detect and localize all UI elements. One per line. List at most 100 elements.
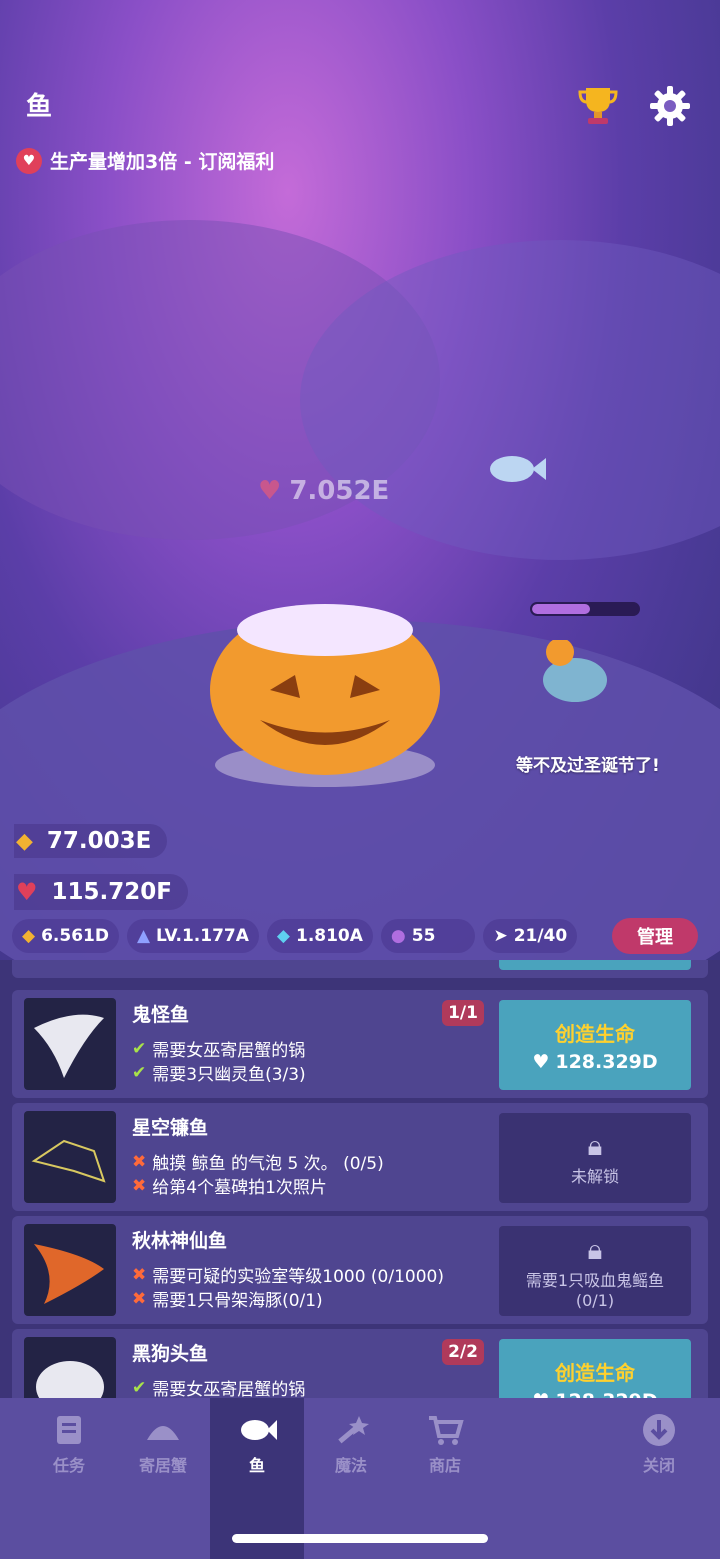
requirement-text: 需要1只骨架海豚(0/1) bbox=[152, 1291, 323, 1311]
list-item: 黑狗头鱼 2/2 ✔ 需要女巫寄居蟹的锅 创造生命 ♥ 128.329D bbox=[12, 1329, 708, 1398]
hearts-value: 115.720F bbox=[51, 879, 172, 905]
tab-label: 魔法 bbox=[334, 1456, 367, 1475]
ghost-fish-icon bbox=[34, 1014, 104, 1078]
constellation-fish-icon bbox=[31, 1139, 106, 1183]
crab-icon bbox=[147, 1426, 179, 1440]
list-item bbox=[12, 960, 708, 978]
stats-bar: ◆ 6.561D ▲ LV.1.177A ◆ 1.810A ● 55 ➤ 21/40 bbox=[12, 918, 708, 954]
dog-head-fish-icon bbox=[36, 1361, 104, 1398]
heart-resource: ♥ 115.720F bbox=[14, 874, 188, 910]
create-life-button[interactable] bbox=[499, 960, 691, 970]
crab-shell-icon: ▲ bbox=[136, 926, 151, 946]
create-cost: ♥128.329D bbox=[532, 1390, 657, 1399]
gift-icon: ♥ bbox=[16, 147, 42, 174]
stat-fish-value: 21/40 bbox=[513, 926, 568, 946]
tab-close[interactable]: 关闭 bbox=[612, 1398, 706, 1559]
stat-level: ▲ LV.1.177A bbox=[126, 919, 259, 953]
cart-icon bbox=[429, 1416, 464, 1445]
fish-thumbnail bbox=[24, 1111, 116, 1203]
lock-icon: 🔒︎ bbox=[587, 1232, 603, 1266]
requirement-text: 需要女巫寄居蟹的锅 bbox=[152, 1380, 306, 1398]
requirement-text: 需要女巫寄居蟹的锅 bbox=[152, 1041, 306, 1061]
candy-icon: ◆ bbox=[22, 926, 36, 946]
diamond-icon: ◆ bbox=[276, 926, 290, 946]
speech-bubble-text: 等不及过圣诞节了! bbox=[516, 756, 660, 776]
cost-value: 128.329D bbox=[555, 1050, 658, 1073]
heart-icon: ♥ bbox=[258, 476, 282, 506]
locked-button[interactable]: 🔒︎ 需要1只吸血鬼鳐鱼(0/1) bbox=[499, 1226, 691, 1316]
check-icon: ✔ bbox=[132, 1377, 147, 1398]
fish-thumbnail bbox=[24, 1224, 116, 1316]
candy-resource: ◆ 77.003E bbox=[14, 824, 168, 858]
requirement: ✖ 给第4个墓碑拍1次照片 bbox=[132, 1173, 327, 1199]
create-life-label: 创造生命 bbox=[555, 1021, 635, 1046]
tab-label: 鱼 bbox=[248, 1456, 265, 1475]
manage-button[interactable]: 管理 bbox=[612, 918, 698, 954]
candy-value: 77.003E bbox=[46, 828, 152, 854]
trophy-icon[interactable] bbox=[578, 84, 618, 128]
cross-icon: ✖ bbox=[132, 1288, 147, 1309]
requirement-text: 给第4个墓碑拍1次照片 bbox=[152, 1178, 327, 1198]
requirement-text: 触摸 鲸鱼 的气泡 5 次。 (0/5) bbox=[152, 1154, 384, 1174]
count-badge: 2/2 bbox=[442, 1339, 484, 1365]
cross-icon: ✖ bbox=[132, 1264, 147, 1285]
candy-icon: ◆ bbox=[16, 828, 33, 854]
cross-icon: ✖ bbox=[132, 1151, 147, 1172]
progress-bar bbox=[530, 602, 640, 616]
cross-icon: ✖ bbox=[132, 1175, 147, 1196]
fish-name: 秋林神仙鱼 bbox=[132, 1230, 228, 1252]
progress-fill bbox=[532, 604, 591, 614]
stat-fish: ➤ 21/40 bbox=[483, 919, 578, 953]
fish-list[interactable]: 鬼怪鱼 1/1 ✔ 需要女巫寄居蟹的锅 ✔ 需要3只幽灵鱼(3/3) 创造生命 ♥ 1… bbox=[0, 960, 720, 1398]
autumn-angelfish-icon bbox=[34, 1244, 104, 1304]
create-life-label: 创造生命 bbox=[555, 1360, 635, 1385]
requirement: ✖ 需要可疑的实验室等级1000 (0/1000) bbox=[132, 1262, 444, 1288]
list-item: 鬼怪鱼 1/1 ✔ 需要女巫寄居蟹的锅 ✔ 需要3只幽灵鱼(3/3) 创造生命 ♥ 1… bbox=[12, 990, 708, 1098]
pumpkin-cauldron[interactable] bbox=[200, 590, 450, 790]
crab-icon[interactable] bbox=[530, 640, 620, 710]
tab-quests[interactable]: 任务 bbox=[22, 1398, 116, 1559]
floating-heart-value: ♥ 7.052E bbox=[258, 476, 389, 506]
list-item: 秋林神仙鱼 ✖ 需要可疑的实验室等级1000 (0/1000) ✖ 需要1只骨架海豚… bbox=[12, 1216, 708, 1324]
stat-gems: ◆ 1.810A bbox=[266, 919, 373, 953]
requirement: ✔ 需要3只幽灵鱼(3/3) bbox=[132, 1060, 306, 1086]
game-scene[interactable]: 鱼 ♥ 生产量增加3倍 - 订阅福利 ♥ 7.052E 等不及过圣诞节了! ◆ … bbox=[0, 0, 720, 960]
fish-thumbnail bbox=[24, 998, 116, 1090]
promo-text: 生产量增加3倍 - 订阅福利 bbox=[50, 151, 275, 173]
orb-icon: ● bbox=[390, 926, 406, 946]
heart-value: 7.052E bbox=[289, 476, 390, 506]
home-indicator bbox=[232, 1534, 488, 1543]
fish-icon bbox=[241, 1420, 277, 1440]
fish-small-icon: ➤ bbox=[493, 926, 508, 946]
cost-value: 128.329D bbox=[555, 1390, 657, 1399]
create-cost: ♥128.329D bbox=[532, 1051, 657, 1073]
page-title: 鱼 bbox=[26, 92, 53, 122]
tab-label: 商店 bbox=[428, 1456, 461, 1475]
scroll-icon bbox=[57, 1416, 81, 1444]
heart-icon: ♥ bbox=[532, 1050, 550, 1073]
check-icon: ✔ bbox=[132, 1062, 147, 1083]
create-life-button[interactable]: 创造生命 ♥128.329D bbox=[499, 1339, 691, 1398]
requirement-text: 需要可疑的实验室等级1000 (0/1000) bbox=[152, 1267, 444, 1287]
fish-name: 鬼怪鱼 bbox=[132, 1004, 190, 1026]
requirement: ✔ 需要女巫寄居蟹的锅 bbox=[132, 1375, 306, 1399]
create-life-button[interactable]: 创造生命 ♥128.329D bbox=[499, 1000, 691, 1090]
stat-level-value: LV.1.177A bbox=[156, 926, 249, 946]
stat-candy-value: 6.561D bbox=[41, 926, 109, 946]
subscription-promo[interactable]: ♥ 生产量增加3倍 - 订阅福利 bbox=[16, 147, 274, 174]
stat-gems-value: 1.810A bbox=[295, 926, 363, 946]
tab-crab[interactable]: 寄居蟹 bbox=[116, 1398, 210, 1559]
requirement: ✖ 触摸 鲸鱼 的气泡 5 次。 (0/5) bbox=[132, 1149, 384, 1175]
close-down-icon bbox=[643, 1414, 675, 1446]
list-item: 星空镰鱼 ✖ 触摸 鲸鱼 的气泡 5 次。 (0/5) ✖ 给第4个墓碑拍1次照片 … bbox=[12, 1103, 708, 1211]
tab-label: 任务 bbox=[52, 1456, 85, 1475]
locked-button[interactable]: 🔒︎ 未解锁 bbox=[499, 1113, 691, 1203]
requirement-text: 需要3只幽灵鱼(3/3) bbox=[152, 1065, 306, 1085]
requirement: ✔ 需要女巫寄居蟹的锅 bbox=[132, 1036, 306, 1062]
gear-icon[interactable] bbox=[648, 84, 692, 128]
tab-label: 关闭 bbox=[642, 1456, 675, 1475]
fish-icon[interactable] bbox=[488, 452, 548, 486]
stat-orbs-value: 55 bbox=[411, 926, 436, 946]
check-icon: ✔ bbox=[132, 1038, 147, 1059]
stat-orbs: ● 55 bbox=[380, 919, 476, 953]
